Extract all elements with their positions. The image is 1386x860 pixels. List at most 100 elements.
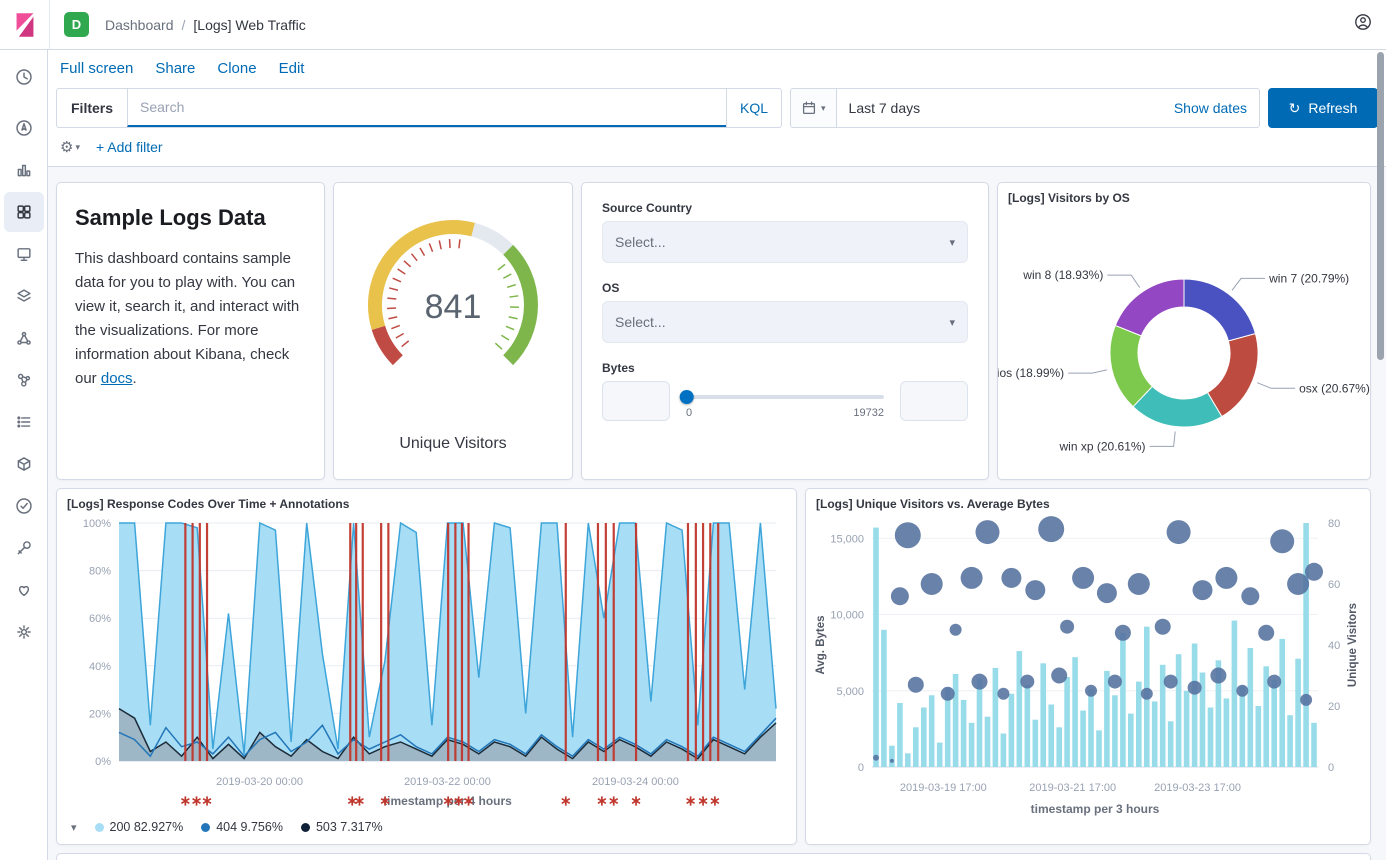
visualize-icon — [15, 161, 33, 179]
svg-text:win 8 (18.93%): win 8 (18.93%) — [1022, 268, 1103, 282]
svg-text:60%: 60% — [89, 613, 111, 625]
donut-slice-osx[interactable] — [1208, 334, 1258, 417]
kibana-logo[interactable] — [0, 0, 49, 49]
visitors-by-os-donut-chart: win 7 (20.79%)osx (20.67%)win xp (20.61%… — [998, 207, 1370, 471]
management-icon — [15, 623, 33, 641]
chart-legend: ▾ 200 82.927% 404 9.756% 503 7.317% — [57, 818, 796, 834]
slider-min-label: 0 — [686, 407, 692, 419]
calendar-icon — [801, 100, 817, 116]
legend-item-404[interactable]: 404 9.756% — [201, 820, 283, 834]
add-filter-link[interactable]: + Add filter — [96, 139, 163, 155]
chevron-down-icon: ▾ — [949, 236, 955, 249]
source-country-select[interactable]: Select... ▾ — [602, 221, 968, 263]
breadcrumb-dashboard[interactable]: Dashboard — [105, 17, 174, 33]
svg-text:Unique Visitors: Unique Visitors — [1347, 603, 1359, 687]
full-screen-link[interactable]: Full screen — [60, 60, 133, 77]
svg-text:100%: 100% — [83, 518, 111, 530]
sidebar-item-visualize[interactable] — [4, 150, 44, 190]
breadcrumb: Dashboard / [Logs] Web Traffic — [105, 17, 306, 33]
legend-item-503[interactable]: 503 7.317% — [301, 820, 383, 834]
docs-link[interactable]: docs — [101, 370, 133, 387]
panel-title: [Logs] Unique Visitors vs. Average Bytes — [806, 489, 1370, 513]
svg-text:2019-03-23 17:00: 2019-03-23 17:00 — [1154, 782, 1241, 794]
svg-text:20: 20 — [1328, 701, 1340, 713]
legend-item-200[interactable]: 200 82.927% — [95, 820, 184, 834]
sidebar — [0, 50, 48, 860]
panel-unique-visitors-gauge: 841 Unique Visitors — [333, 182, 573, 480]
show-dates-link[interactable]: Show dates — [1174, 100, 1247, 116]
sidebar-item-metrics[interactable] — [4, 444, 44, 484]
panel-response-codes: [Logs] Response Codes Over Time + Annota… — [56, 488, 797, 845]
svg-text:5,000: 5,000 — [836, 686, 864, 698]
share-link[interactable]: Share — [155, 60, 195, 77]
logs-icon — [15, 413, 33, 431]
svg-text:2019-03-19 17:00: 2019-03-19 17:00 — [900, 782, 987, 794]
sidebar-item-maps[interactable] — [4, 276, 44, 316]
sidebar-item-canvas[interactable] — [4, 234, 44, 274]
legend-collapse-icon[interactable]: ▾ — [71, 821, 77, 834]
panel-sample-logs-data: Sample Logs Data This dashboard contains… — [56, 182, 325, 480]
svg-text:2019-03-22 00:00: 2019-03-22 00:00 — [404, 776, 491, 788]
space-avatar[interactable]: D — [64, 12, 89, 37]
gauge-label: Unique Visitors — [399, 435, 506, 453]
bytes-max-input[interactable] — [900, 381, 968, 421]
refresh-label: Refresh — [1308, 100, 1357, 116]
panel-visitors-by-os: [Logs] Visitors by OS win 7 (20.79%)osx … — [997, 182, 1371, 480]
edit-link[interactable]: Edit — [279, 60, 305, 77]
refresh-button[interactable]: ↻ Refresh — [1268, 88, 1378, 128]
svg-text:40: 40 — [1328, 640, 1340, 652]
time-range-value[interactable]: Last 7 days — [849, 100, 921, 116]
sidebar-item-recently-viewed[interactable] — [4, 57, 44, 97]
svg-text:0: 0 — [1328, 762, 1334, 774]
kql-button[interactable]: KQL — [726, 89, 781, 127]
clone-link[interactable]: Clone — [217, 60, 256, 77]
filter-options-button[interactable]: ⚙ ▾ — [60, 138, 80, 156]
sidebar-item-dev-tools[interactable] — [4, 528, 44, 568]
filter-bar: ⚙ ▾ + Add filter — [48, 136, 1386, 166]
sidebar-item-dashboard[interactable] — [4, 192, 44, 232]
gauge-chart: 841 — [343, 205, 563, 377]
svg-text:osx (20.67%): osx (20.67%) — [1299, 381, 1370, 395]
bytes-min-input[interactable] — [602, 381, 670, 421]
svg-text:80: 80 — [1328, 518, 1340, 530]
user-menu-icon[interactable] — [1354, 13, 1372, 36]
sidebar-item-logs[interactable] — [4, 402, 44, 442]
sample-logs-title: Sample Logs Data — [75, 205, 306, 231]
search-group: Filters KQL — [56, 88, 782, 128]
header-divider — [49, 0, 50, 49]
sidebar-item-uptime[interactable] — [4, 486, 44, 526]
sidebar-item-stack-monitoring[interactable] — [4, 570, 44, 610]
svg-text:ios (18.99%): ios (18.99%) — [998, 366, 1064, 380]
graph-icon — [15, 371, 33, 389]
svg-text:841: 841 — [425, 288, 482, 326]
refresh-icon: ↻ — [1289, 100, 1301, 117]
svg-text:2019-03-21 17:00: 2019-03-21 17:00 — [1029, 782, 1116, 794]
svg-text:2019-03-20 00:00: 2019-03-20 00:00 — [216, 776, 303, 788]
slider-track[interactable] — [686, 395, 884, 399]
uptime-icon — [15, 497, 33, 515]
date-popover-button[interactable]: ▾ — [791, 89, 837, 127]
donut-slice-win-8[interactable] — [1115, 279, 1184, 336]
os-select[interactable]: Select... ▾ — [602, 301, 968, 343]
kibana-app: D Dashboard / [Logs] Web Traffic → Full … — [0, 0, 1386, 860]
chevron-down-icon: ▾ — [949, 316, 955, 329]
canvas-icon — [15, 245, 33, 263]
sidebar-item-graph[interactable] — [4, 360, 44, 400]
visitors-vs-bytes-chart: 05,00010,00015,0000204060802019-03-19 17… — [808, 513, 1368, 825]
chevron-down-icon: ▾ — [821, 103, 826, 114]
search-input[interactable] — [128, 99, 726, 115]
sidebar-item-management[interactable] — [4, 612, 44, 652]
sidebar-item-discover[interactable] — [4, 108, 44, 148]
dev-tools-icon — [15, 539, 33, 557]
breadcrumb-current: [Logs] Web Traffic — [193, 17, 305, 33]
filters-button[interactable]: Filters — [57, 89, 127, 127]
donut-slice-win-7[interactable] — [1184, 279, 1255, 341]
sidebar-item-machine-learning[interactable] — [4, 318, 44, 358]
bytes-slider: 0 19732 — [686, 381, 884, 419]
vertical-scrollbar-thumb[interactable] — [1377, 52, 1384, 360]
svg-text:2019-03-24 00:00: 2019-03-24 00:00 — [592, 776, 679, 788]
slider-thumb[interactable] — [680, 390, 694, 404]
panel-visitors-vs-bytes: [Logs] Unique Visitors vs. Average Bytes… — [805, 488, 1371, 845]
svg-text:15,000: 15,000 — [830, 533, 864, 545]
chevron-down-icon: ▾ — [75, 142, 80, 153]
